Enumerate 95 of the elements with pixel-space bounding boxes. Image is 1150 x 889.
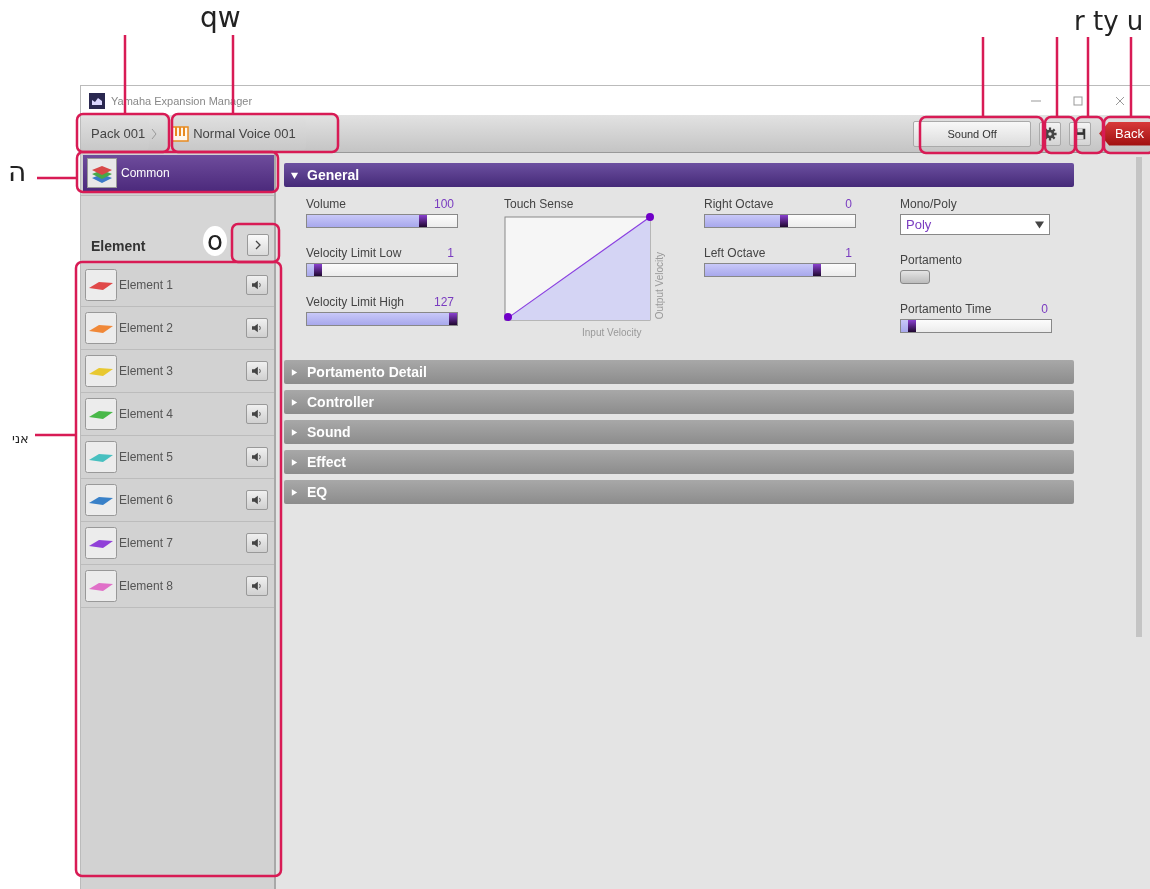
element-label[interactable]: Element 1 <box>119 278 244 292</box>
speaker-icon <box>251 409 263 419</box>
close-icon[interactable] <box>1114 94 1126 107</box>
expand-button[interactable] <box>247 234 269 256</box>
slider-value: 1 <box>447 246 454 260</box>
section-heading: Element <box>91 238 146 256</box>
slider-track[interactable] <box>306 312 458 326</box>
slider-label: Volume <box>306 197 347 211</box>
section-header[interactable]: EQ <box>284 480 1074 504</box>
slider-label: Velocity Limit Low <box>306 246 402 260</box>
caret-icon <box>290 457 299 467</box>
app-logo-icon <box>89 92 105 109</box>
slider-thumb[interactable] <box>780 215 789 227</box>
caret-icon <box>290 397 299 407</box>
scrollbar[interactable] <box>1136 157 1142 637</box>
callout-label: r ty u <box>1074 8 1144 34</box>
callout-label: qw <box>200 4 241 32</box>
speaker-icon <box>251 323 263 333</box>
element-label[interactable]: Element 7 <box>119 536 244 550</box>
caret-icon <box>290 427 299 437</box>
section-header[interactable]: Portamento Detail <box>284 360 1074 384</box>
leader-line <box>35 433 76 437</box>
slider-label: Velocity Limit High <box>306 295 405 309</box>
chevron-icon <box>254 240 262 250</box>
speaker-icon <box>251 366 263 376</box>
caret-icon <box>1035 220 1044 229</box>
portamento-toggle[interactable] <box>900 270 930 284</box>
speaker-icon <box>251 452 263 462</box>
slider-value: 0 <box>845 197 852 211</box>
element-label[interactable]: Element 5 <box>119 450 244 464</box>
slider-track[interactable] <box>306 263 458 277</box>
element-swatch-icon[interactable] <box>85 355 117 387</box>
section-header[interactable]: Sound <box>284 420 1074 444</box>
slider-label: Left Octave <box>704 246 766 260</box>
speaker-button[interactable] <box>246 361 268 381</box>
slider-thumb[interactable] <box>449 313 457 325</box>
toggle-label: Portamento <box>900 253 964 267</box>
speaker-button[interactable] <box>246 533 268 553</box>
slider-thumb[interactable] <box>419 215 428 227</box>
slider-track[interactable] <box>900 319 1052 333</box>
slider-value: 127 <box>433 295 454 309</box>
common-item[interactable]: Common <box>83 155 274 191</box>
element-label[interactable]: Element 8 <box>119 579 244 593</box>
slider-thumb[interactable] <box>314 264 323 276</box>
chart-title: Touch Sense <box>504 197 575 211</box>
speaker-button[interactable] <box>246 318 268 338</box>
sound-off-button[interactable]: Sound Off <box>913 120 1032 147</box>
slider-thumb[interactable] <box>908 320 917 332</box>
section-header[interactable]: General <box>284 163 1074 187</box>
section-header[interactable]: Effect <box>284 450 1074 474</box>
element-label[interactable]: Element 2 <box>119 321 244 335</box>
element-swatch-icon[interactable] <box>85 570 117 602</box>
speaker-button[interactable] <box>246 275 268 295</box>
speaker-button[interactable] <box>246 490 268 510</box>
slider-label: Portamento Time <box>900 302 992 316</box>
speaker-button[interactable] <box>246 576 268 596</box>
slider-value: 1 <box>845 246 852 260</box>
axis-label: Output Velocity <box>654 251 665 319</box>
keyboard-icon <box>171 125 190 142</box>
layers-icon <box>87 158 117 188</box>
back-button[interactable]: Back <box>1099 121 1150 146</box>
chevron-icon <box>151 127 158 140</box>
slider-thumb[interactable] <box>812 264 821 276</box>
mono-poly-dropdown[interactable]: Poly <box>900 214 1050 235</box>
speaker-button[interactable] <box>246 404 268 424</box>
element-swatch-icon[interactable] <box>85 527 117 559</box>
section-header[interactable]: Controller <box>284 390 1074 414</box>
element-swatch-icon[interactable] <box>85 398 117 430</box>
slider-value: 100 <box>433 197 454 211</box>
slider-value: 0 <box>1041 302 1048 316</box>
speaker-button[interactable] <box>246 447 268 467</box>
slider-track[interactable] <box>306 214 458 228</box>
gear-icon <box>1043 126 1058 141</box>
slider-label: Right Octave <box>704 197 774 211</box>
caret-icon <box>290 170 299 180</box>
caret-icon <box>290 487 299 497</box>
element-label[interactable]: Element 4 <box>119 407 244 421</box>
callout-label: ה <box>8 158 27 186</box>
speaker-icon <box>251 280 263 290</box>
leader-line <box>37 176 77 180</box>
element-label[interactable]: Element 3 <box>119 364 244 378</box>
element-swatch-icon[interactable] <box>85 312 117 344</box>
element-label[interactable]: Element 6 <box>119 493 244 507</box>
element-swatch-icon[interactable] <box>85 269 117 301</box>
caret-icon <box>290 367 299 377</box>
speaker-icon <box>251 495 263 505</box>
dropdown-label: Mono/Poly <box>900 197 958 211</box>
speaker-icon <box>251 581 263 591</box>
speaker-icon <box>251 538 263 548</box>
slider-track[interactable] <box>704 263 856 277</box>
slider-track[interactable] <box>704 214 856 228</box>
axis-label: Input Velocity <box>582 327 643 338</box>
element-swatch-icon[interactable] <box>85 441 117 473</box>
element-swatch-icon[interactable] <box>85 484 117 516</box>
callout-label: אני <box>12 432 29 445</box>
